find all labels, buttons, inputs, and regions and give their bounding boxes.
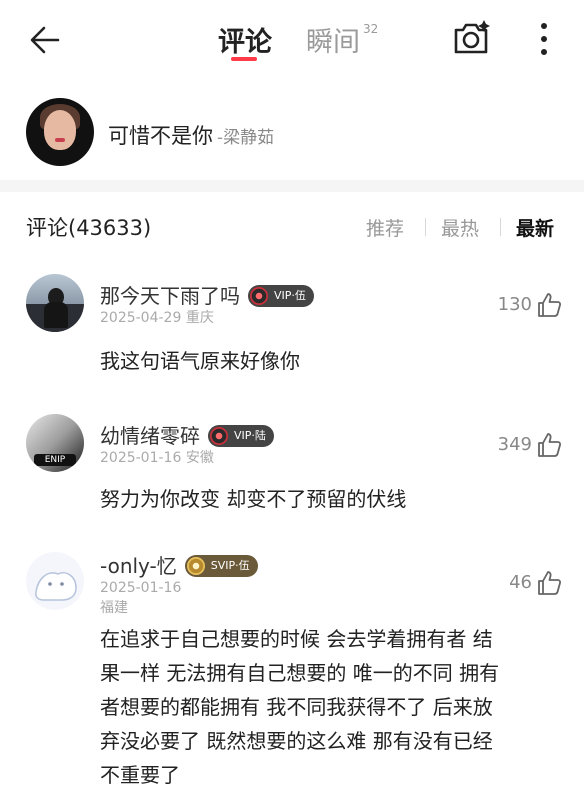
svip-badge[interactable]: SVIP·伍: [184, 554, 258, 577]
active-tab-indicator: [231, 57, 257, 61]
comment-text: 我这句语气原来好像你: [100, 349, 300, 373]
comment-date: 2025-01-16: [100, 580, 182, 596]
comment-text-line: 在追求于自己想要的时候 会去学着拥有者 结: [100, 627, 493, 651]
vip-badge[interactable]: VIP·陆: [208, 424, 274, 447]
sort-newest[interactable]: 最新: [516, 214, 554, 241]
song-title: 可惜不是你: [108, 124, 213, 148]
like-button[interactable]: [536, 432, 562, 458]
moments-count-badge: 32: [363, 22, 379, 36]
thumbs-up-icon: [538, 293, 562, 317]
song-title-line[interactable]: 可惜不是你 -梁静茹: [108, 120, 274, 150]
sort-hottest[interactable]: 最热: [441, 214, 479, 241]
more-vertical-icon: [532, 18, 556, 55]
comments-count: 评论(43633): [26, 216, 152, 240]
song-info[interactable]: 可惜不是你 -梁静茹: [0, 90, 584, 180]
username[interactable]: 幼情绪零碎: [100, 424, 200, 448]
user-avatar[interactable]: [26, 552, 84, 610]
thumbs-up-icon: [538, 571, 562, 595]
section-divider: [0, 180, 584, 192]
comment-username-row: 那今天下雨了吗 VIP·伍: [100, 280, 314, 309]
comment-text-line: 果一样 无法拥有自己想要的 唯一的不同 拥有: [100, 661, 500, 685]
user-avatar[interactable]: ENIP: [26, 414, 84, 472]
comment-location: 福建: [100, 600, 128, 616]
comment-text: 在追求于自己想要的时候 会去学着拥有者 结 果一样 无法拥有自己想要的 唯一的不…: [100, 622, 556, 792]
tab-comments[interactable]: 评论: [218, 20, 272, 59]
tab-moments[interactable]: 瞬间: [306, 20, 360, 59]
username[interactable]: 那今天下雨了吗: [100, 284, 240, 308]
comment-date: 2025-01-16: [100, 450, 182, 466]
comments-header: 评论(43633) 推荐 最热 最新: [0, 206, 584, 246]
like-count: 46: [509, 572, 532, 593]
comment-meta: 2025-01-16 安徽: [100, 448, 214, 468]
comment-meta: 2025-04-29 重庆: [100, 308, 214, 328]
top-nav-bar: 评论 瞬间 32: [0, 0, 584, 80]
username[interactable]: -only-忆: [100, 554, 177, 578]
camera-button[interactable]: [450, 18, 492, 58]
song-artist: 梁静茹: [223, 128, 275, 148]
like-button[interactable]: [536, 570, 562, 596]
vip-badge[interactable]: VIP·伍: [248, 284, 314, 307]
comment-text-line: 不重要了: [100, 763, 180, 787]
comment-text: 努力为你改变 却变不了预留的伏线: [100, 487, 407, 511]
user-avatar[interactable]: [26, 274, 84, 332]
back-button[interactable]: [28, 22, 64, 58]
back-arrow-icon: [30, 26, 60, 54]
comment-location: 重庆: [185, 310, 214, 326]
comment-username-row: 幼情绪零碎 VIP·陆: [100, 420, 274, 449]
sort-recommended[interactable]: 推荐: [366, 214, 404, 241]
thumbs-up-icon: [538, 433, 562, 457]
song-cover-avatar[interactable]: [26, 98, 94, 166]
like-button[interactable]: [536, 292, 562, 318]
comment-username-row: -only-忆 SVIP·伍: [100, 550, 258, 579]
comment-location: 安徽: [185, 450, 214, 466]
like-count: 349: [497, 434, 532, 455]
like-count: 130: [497, 294, 532, 315]
comment-date: 2025-04-29: [100, 310, 182, 326]
more-options-button[interactable]: [532, 18, 556, 58]
sort-divider: [500, 218, 501, 236]
comment-text-line: 者想要的都能拥有 我不同我获得不了 后来放: [100, 695, 493, 719]
comment-meta: 2025-01-16 福建: [100, 578, 181, 618]
camera-sparkle-icon: [454, 20, 490, 54]
comment-text-line: 弃没必要了 既然想要的这么难 那有没有已经: [100, 729, 493, 753]
sort-divider: [425, 218, 426, 236]
